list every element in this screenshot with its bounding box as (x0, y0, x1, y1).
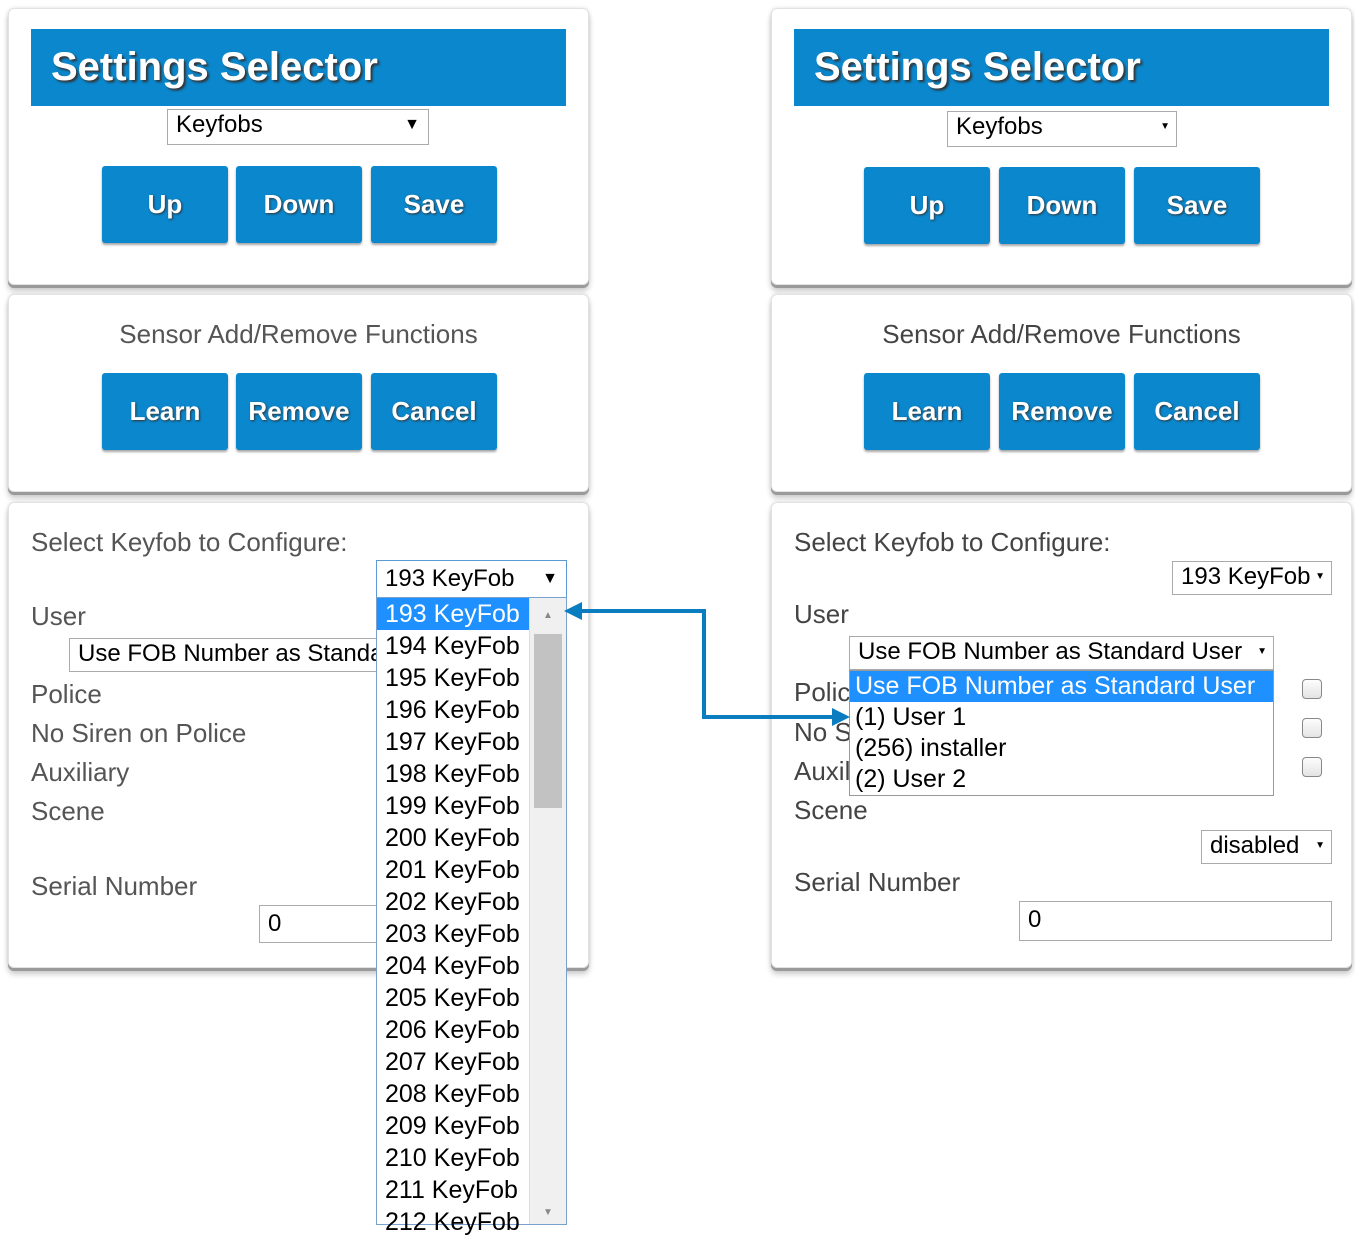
learn-button[interactable]: Learn (102, 373, 228, 450)
keyfob-option[interactable]: 208 KeyFob (377, 1078, 530, 1110)
keyfob-option[interactable]: 195 KeyFob (377, 662, 530, 694)
keyfob-option[interactable]: 199 KeyFob (377, 790, 530, 822)
scroll-down-icon[interactable]: ▼ (530, 1207, 566, 1218)
scene-select[interactable]: disabled ▼ (1201, 830, 1332, 864)
scene-label: Scene (31, 796, 105, 826)
left-sensor-card: Sensor Add/Remove Functions Learn Remove… (8, 294, 589, 492)
auxiliary-label: Auxil (794, 756, 851, 786)
keyfob-option[interactable]: 200 KeyFob (377, 822, 530, 854)
dropdown-arrow-icon: ▼ (542, 570, 558, 587)
down-button[interactable]: Down (236, 166, 362, 243)
user-option[interactable]: Use FOB Number as Standard User (850, 671, 1273, 702)
user-option[interactable]: (1) User 1 (850, 702, 1273, 733)
sensor-section-title: Sensor Add/Remove Functions (882, 319, 1241, 349)
up-button[interactable]: Up (864, 167, 990, 244)
scroll-up-icon[interactable]: ▲ (530, 610, 566, 621)
sensor-section-title: Sensor Add/Remove Functions (119, 319, 478, 349)
scrollbar-thumb[interactable] (534, 634, 562, 808)
serial-number-input[interactable]: 0 (1019, 901, 1332, 941)
keyfob-option[interactable]: 201 KeyFob (377, 854, 530, 886)
config-title: Select Keyfob to Configure: (31, 527, 348, 557)
save-button[interactable]: Save (371, 166, 497, 243)
serial-number-label: Serial Number (794, 867, 961, 897)
user-select-value: Use FOB Number as Standard User (858, 638, 1243, 665)
keyfob-options: 193 KeyFob 194 KeyFob 195 KeyFob 196 KeyFob… (377, 598, 530, 1238)
remove-button[interactable]: Remove (999, 373, 1125, 450)
keyfob-select-value: 193 KeyFob (385, 565, 515, 592)
keyfob-option[interactable]: 194 KeyFob (377, 630, 530, 662)
dropdown-arrow-icon: ▼ (1315, 840, 1325, 851)
keyfob-option[interactable]: 206 KeyFob (377, 1014, 530, 1046)
user-dropdown-list: Use FOB Number as Standard User (1) User … (849, 670, 1274, 796)
keyfob-option[interactable]: 207 KeyFob (377, 1046, 530, 1078)
right-settings-card: Settings Selector Keyfobs ▼ Up Down Save (771, 8, 1352, 285)
keyfob-option[interactable]: 196 KeyFob (377, 694, 530, 726)
no-siren-label: No Siren on Police (31, 718, 247, 748)
user-options: Use FOB Number as Standard User (1) User … (850, 671, 1273, 795)
settings-selector-value: Keyfobs (956, 113, 1043, 140)
settings-title: Settings Selector (814, 45, 1141, 89)
no-siren-checkbox[interactable] (1302, 718, 1322, 738)
keyfob-select-value: 193 KeyFob (1181, 563, 1311, 590)
left-settings-card: Settings Selector Keyfobs ▼ Up Down Save (8, 8, 589, 285)
police-checkbox[interactable] (1302, 679, 1322, 699)
user-label: User (31, 601, 86, 631)
settings-selector-value: Keyfobs (176, 111, 263, 138)
user-select[interactable]: Use FOB Number as Standard User ▼ (849, 636, 1274, 670)
keyfob-option[interactable]: 211 KeyFob (377, 1174, 530, 1206)
cancel-button[interactable]: Cancel (1134, 373, 1260, 450)
scene-label: Scene (794, 795, 868, 825)
keyfob-option[interactable]: 204 KeyFob (377, 950, 530, 982)
dropdown-arrow-icon: ▼ (1257, 646, 1267, 657)
keyfob-option[interactable]: 209 KeyFob (377, 1110, 530, 1142)
keyfob-select[interactable]: 193 KeyFob ▼ (376, 560, 567, 598)
keyfob-select[interactable]: 193 KeyFob ▼ (1172, 561, 1332, 595)
keyfob-option[interactable]: 203 KeyFob (377, 918, 530, 950)
right-sensor-card: Sensor Add/Remove Functions Learn Remove… (771, 294, 1352, 492)
remove-button[interactable]: Remove (236, 373, 362, 450)
keyfob-option[interactable]: 210 KeyFob (377, 1142, 530, 1174)
user-select[interactable]: Use FOB Number as Standard User (69, 638, 399, 672)
police-label: Police (31, 679, 102, 709)
dropdown-arrow-icon: ▼ (404, 116, 420, 133)
keyfob-option[interactable]: 193 KeyFob (377, 598, 530, 630)
keyfob-option[interactable]: 198 KeyFob (377, 758, 530, 790)
user-select-value: Use FOB Number as Standard User (78, 640, 399, 667)
keyfob-dropdown-list: 193 KeyFob 194 KeyFob 195 KeyFob 196 KeyFob… (376, 597, 567, 1236)
cancel-button[interactable]: Cancel (371, 373, 497, 450)
keyfob-option[interactable]: 202 KeyFob (377, 886, 530, 918)
keyfob-option[interactable]: 205 KeyFob (377, 982, 530, 1014)
scene-select-value: disabled (1210, 832, 1300, 859)
settings-title-bar: Settings Selector (794, 29, 1329, 106)
settings-selector[interactable]: Keyfobs ▼ (947, 111, 1177, 147)
user-option[interactable]: (2) User 2 (850, 764, 1273, 795)
settings-selector[interactable]: Keyfobs ▼ (167, 109, 429, 145)
learn-button[interactable]: Learn (864, 373, 990, 450)
keyfob-option[interactable]: 197 KeyFob (377, 726, 530, 758)
dropdown-arrow-icon: ▼ (1160, 121, 1170, 132)
down-button[interactable]: Down (999, 167, 1125, 244)
settings-title: Settings Selector (51, 45, 378, 89)
dropdown-scrollbar[interactable]: ▲ ▼ (529, 598, 566, 1224)
config-title: Select Keyfob to Configure: (794, 527, 1111, 557)
user-label: User (794, 599, 849, 629)
auxiliary-label: Auxiliary (31, 757, 130, 787)
user-option[interactable]: (256) installer (850, 733, 1273, 764)
dropdown-arrow-icon: ▼ (1315, 571, 1325, 582)
police-label: Polic (794, 677, 851, 707)
keyfob-option[interactable]: 212 KeyFob (377, 1206, 530, 1238)
settings-title-bar: Settings Selector (31, 29, 566, 106)
no-siren-label: No S (794, 717, 852, 747)
serial-number-label: Serial Number (31, 871, 198, 901)
auxiliary-checkbox[interactable] (1302, 757, 1322, 777)
save-button[interactable]: Save (1134, 167, 1260, 244)
up-button[interactable]: Up (102, 166, 228, 243)
